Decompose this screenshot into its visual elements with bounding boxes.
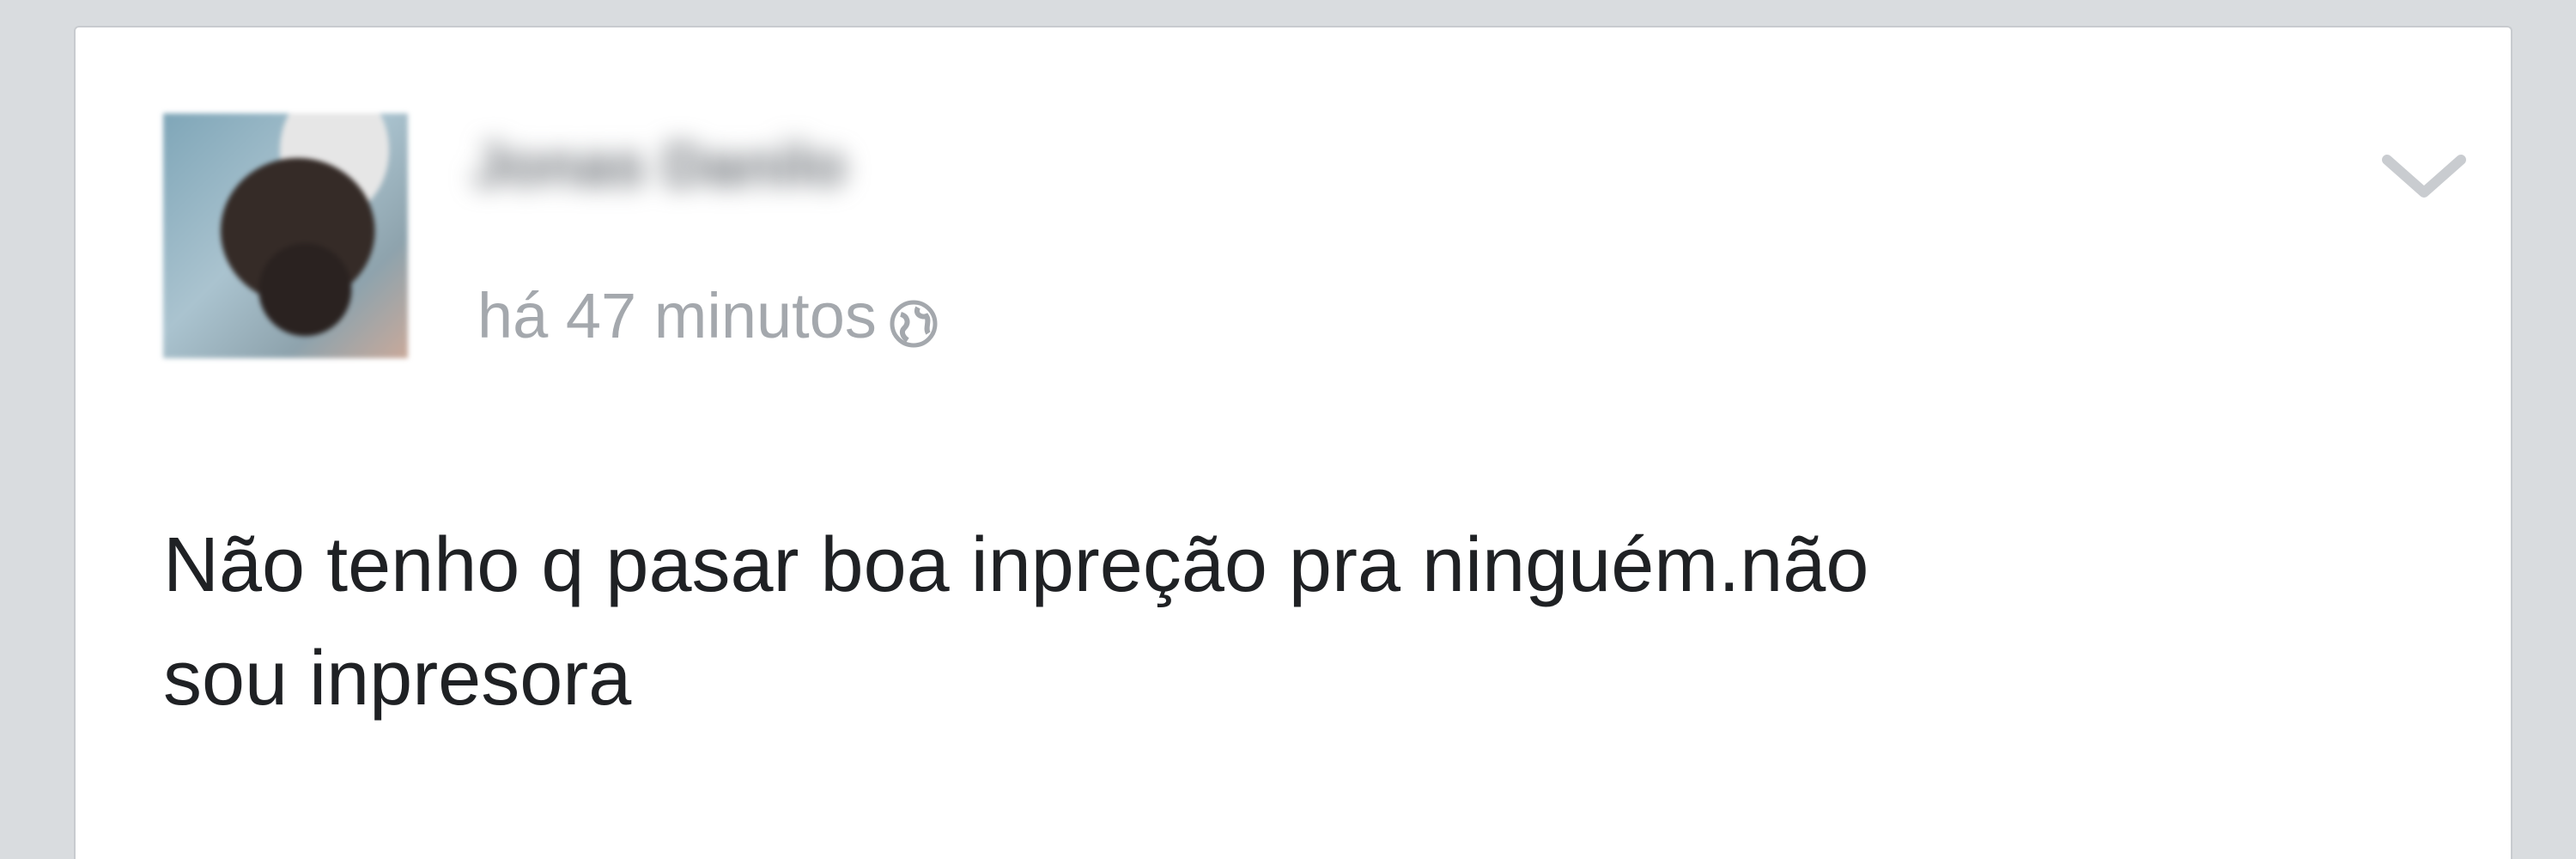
avatar[interactable]: [163, 113, 408, 358]
timestamp[interactable]: há 47 minutos: [477, 279, 877, 352]
author-name[interactable]: Jonas Danilo: [472, 131, 847, 199]
post-text-line-2: sou inpresora: [163, 636, 632, 722]
post-text-line-1: Não tenho q pasar boa inpreção pra ningu…: [163, 522, 1869, 608]
post-card: Jonas Danilo há 47 minutos Não tenho q p…: [74, 26, 2512, 859]
globe-icon: [889, 290, 939, 348]
post-meta: há 47 minutos: [477, 277, 939, 354]
chevron-down-icon[interactable]: [2377, 148, 2471, 208]
post-text: Não tenho q pasar boa inpreção pra ningu…: [163, 509, 2516, 735]
